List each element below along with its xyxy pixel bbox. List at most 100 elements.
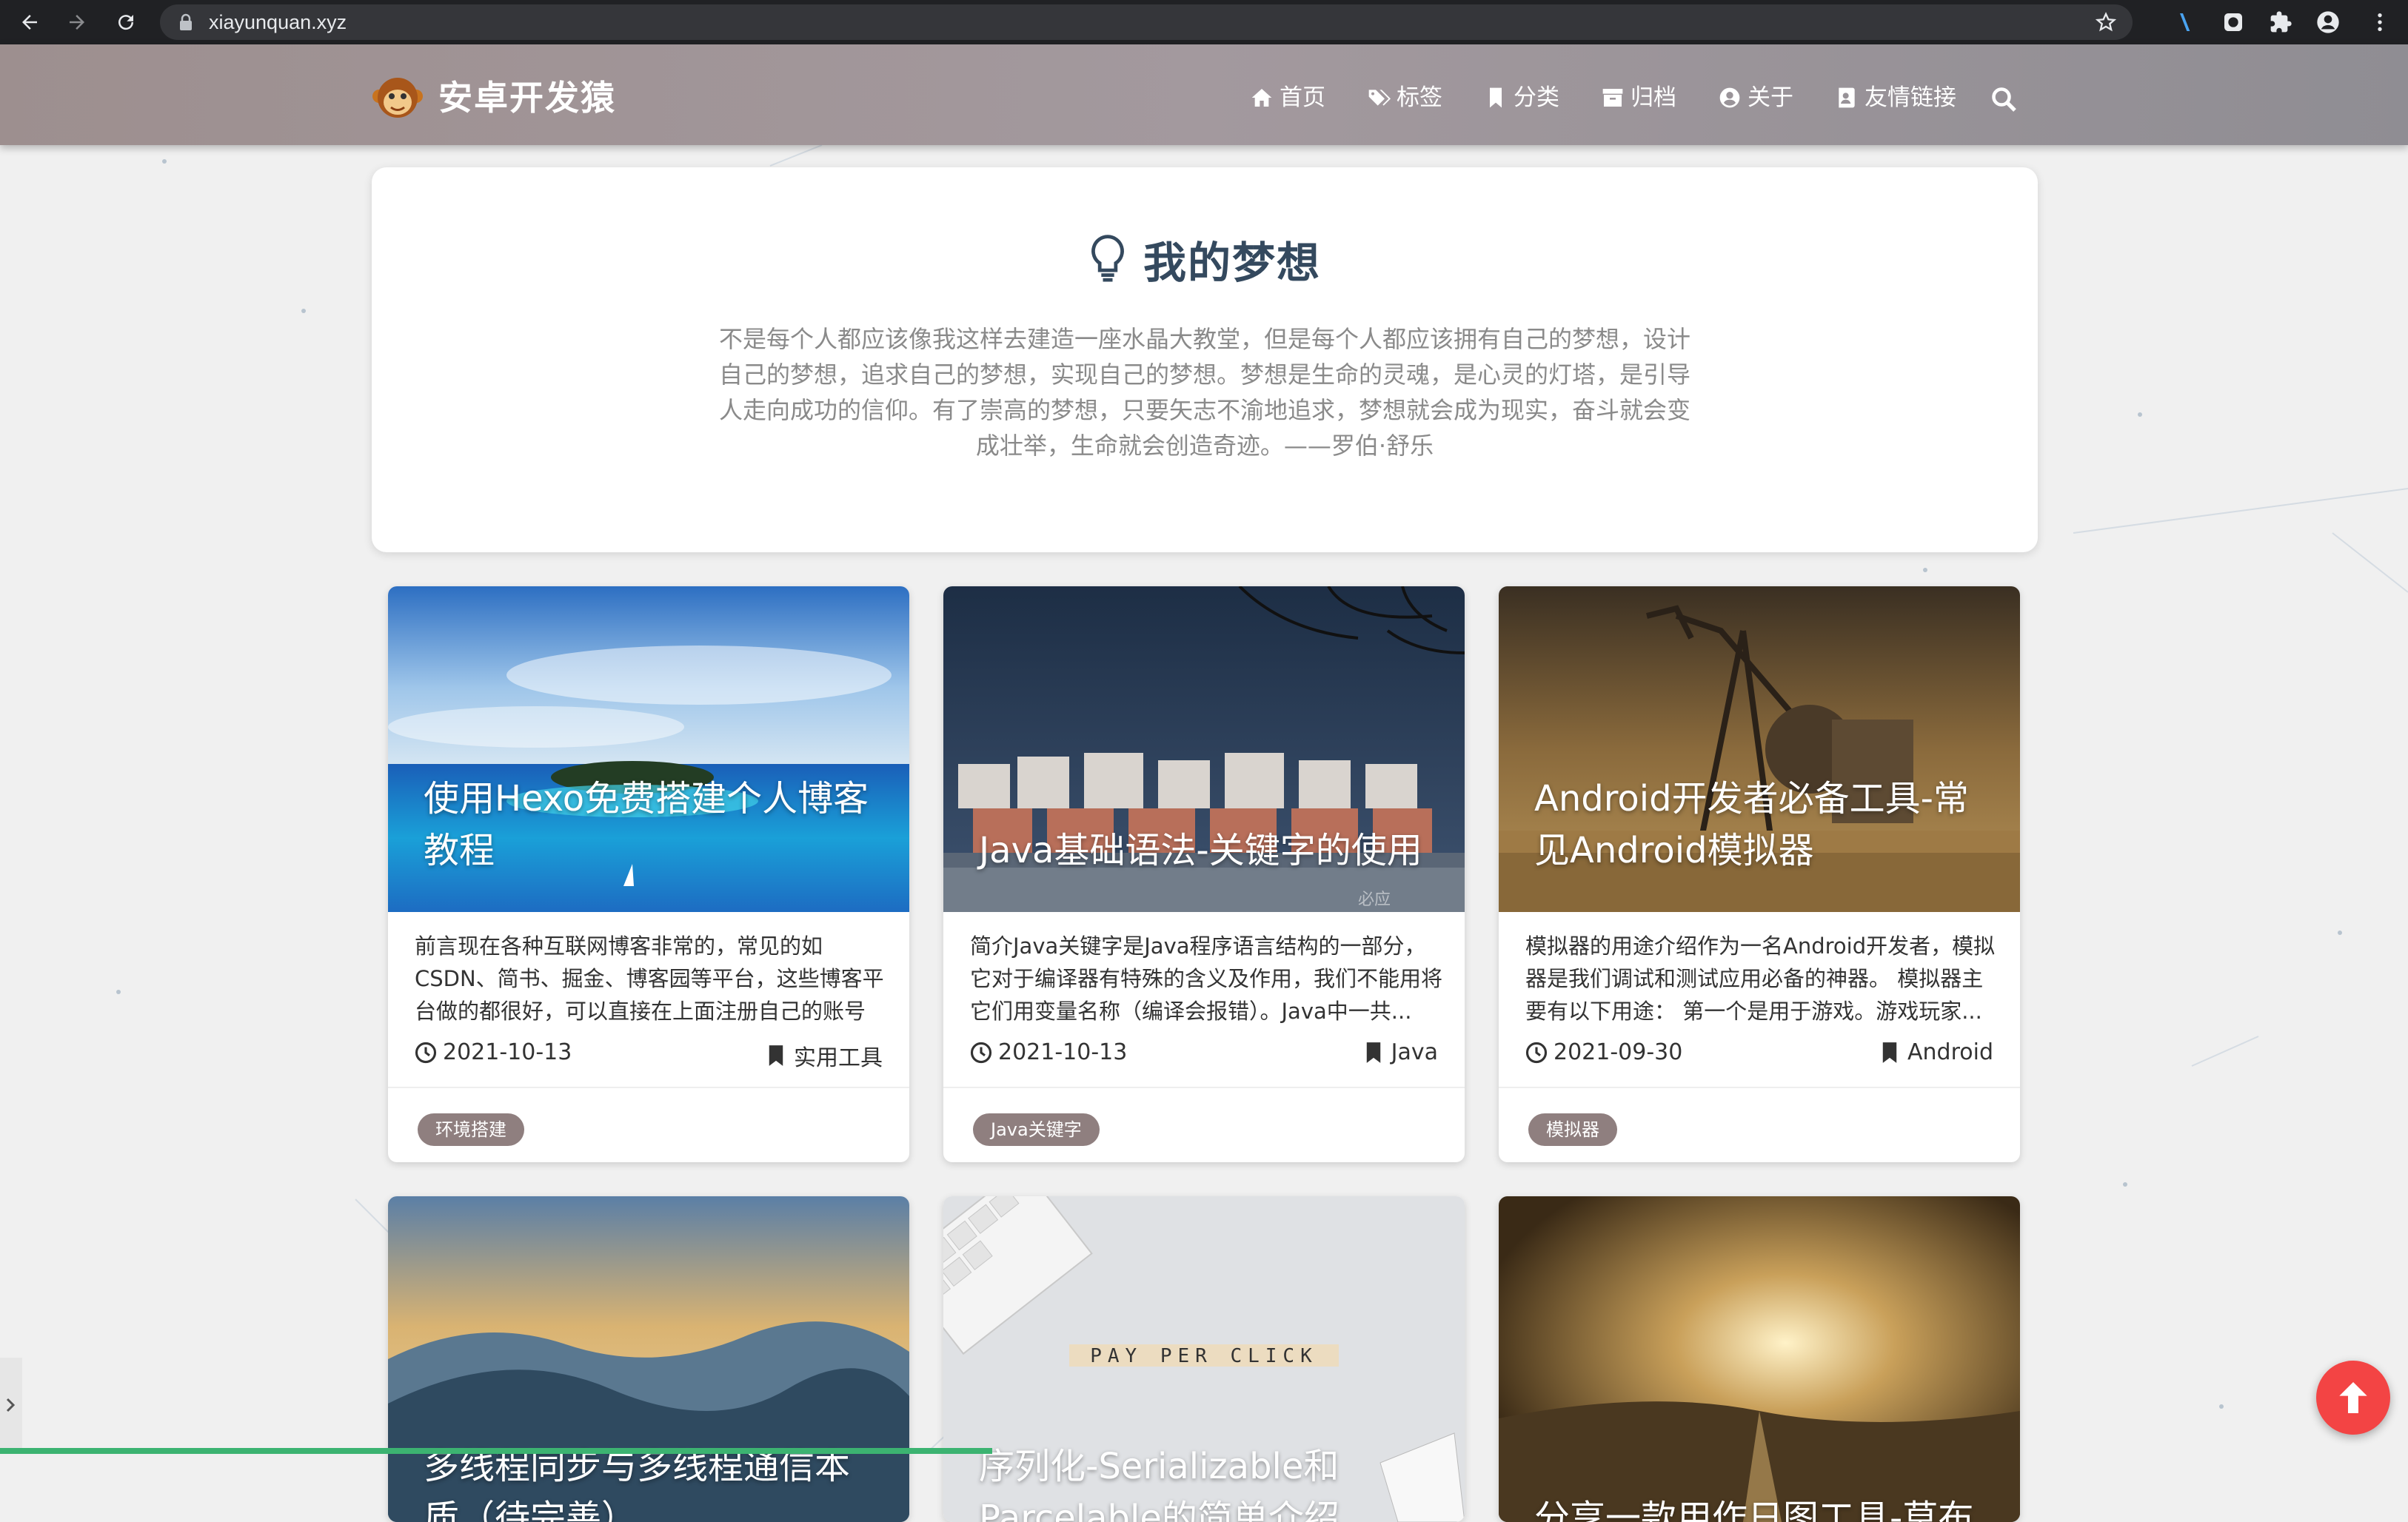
forward-icon — [70, 15, 84, 30]
browser-menu-button[interactable] — [2367, 9, 2393, 36]
archive-icon — [1602, 89, 1623, 107]
image-caption-text: PAY PER CLICK — [1090, 1345, 1318, 1367]
post-card[interactable]: Android开发者必备工具-常见Android模拟器 模拟器的用途介绍作为一名… — [1499, 586, 2020, 1162]
clock-icon — [970, 1042, 992, 1063]
back-to-top-button[interactable] — [2316, 1361, 2390, 1435]
search-icon[interactable] — [1990, 86, 2017, 113]
slash-logo-icon — [2180, 13, 2190, 31]
post-title[interactable]: Java基础语法-关键字的使用 — [979, 825, 1438, 876]
post-category[interactable]: Android — [1881, 1039, 1993, 1065]
sidebar-toggle-button[interactable] — [0, 1358, 22, 1454]
nav-archive[interactable]: 归档 — [1601, 77, 1676, 118]
golden-sunrays-image — [1499, 1196, 2020, 1522]
post-title[interactable]: 使用Hexo免费搭建个人博客教程 — [424, 773, 883, 876]
puzzle-icon — [2270, 11, 2292, 33]
post-summary: 简介Java关键字是Java程序语言结构的一部分，它对于编译器有特殊的含义及作用… — [970, 933, 1443, 1024]
nav-tags-label: 标签 — [1397, 84, 1442, 111]
post-meta: 2021-09-30 Android — [1525, 1039, 1993, 1072]
post-summary: 前言现在各种互联网博客非常的，常见的如CSDN、简书、掘金、博客园等平台，这些博… — [415, 933, 884, 1024]
post-date: 2021-10-13 — [415, 1039, 572, 1065]
user-icon — [1719, 87, 1740, 108]
clock-icon — [415, 1042, 437, 1063]
extension-vpn-button[interactable] — [2173, 9, 2199, 36]
divider — [943, 1087, 1465, 1088]
more-vertical-icon — [2378, 13, 2382, 31]
post-summary: 模拟器的用途介绍作为一名Android开发者，模拟器是我们调试和测试应用必备的神… — [1525, 933, 1996, 1024]
nav-categories-label: 分类 — [1514, 84, 1559, 111]
reload-icon — [118, 15, 134, 30]
post-category-text: Android — [1907, 1039, 1993, 1065]
main-nav: 首页 标签 分类 归档 关于 友情链接 — [1250, 77, 1998, 118]
post-cover-image[interactable]: Android开发者必备工具-常见Android模拟器 — [1499, 586, 2020, 912]
bookmark-icon — [769, 1045, 783, 1066]
dream-heading: 我的梦想 — [372, 228, 2038, 290]
post-date-text: 2021-09-30 — [1554, 1039, 1683, 1065]
post-date: 2021-09-30 — [1525, 1039, 1682, 1065]
post-card[interactable]: 必应 Java基础语法-关键字的使用 简介Java关键字是Java程序语言结构的… — [943, 586, 1465, 1162]
nav-home[interactable]: 首页 — [1250, 77, 1325, 118]
post-cover-image[interactable]: PAY PER CLICK 序列化-Serializable和Parcelabl… — [943, 1196, 1465, 1522]
site-header: 安卓开发猿 首页 标签 分类 归档 关于 友情链接 — [0, 44, 2408, 145]
image-watermark: 必应 — [1358, 891, 1391, 909]
profile-icon — [2317, 11, 2339, 33]
post-category-text: Java — [1391, 1039, 1438, 1065]
profile-button[interactable] — [2315, 9, 2341, 36]
extensions-button[interactable] — [2267, 9, 2294, 36]
nav-about-label: 关于 — [1748, 84, 1793, 111]
post-meta: 2021-10-13 Java — [970, 1039, 1438, 1072]
post-date-text: 2021-10-13 — [998, 1039, 1128, 1065]
nav-archive-label: 归档 — [1631, 84, 1676, 111]
post-tag[interactable]: 模拟器 — [1528, 1113, 1617, 1146]
post-title[interactable]: Android开发者必备工具-常见Android模拟器 — [1534, 773, 1993, 876]
forward-button[interactable] — [61, 6, 93, 38]
bookmark-icon — [1882, 1042, 1897, 1063]
nav-home-label: 首页 — [1280, 84, 1325, 111]
post-title[interactable]: 序列化-Serializable和Parcelable的简单介绍 — [979, 1441, 1438, 1522]
post-date: 2021-10-13 — [970, 1039, 1127, 1065]
post-cover-image[interactable]: 必应 Java基础语法-关键字的使用 — [943, 586, 1465, 912]
nav-categories[interactable]: 分类 — [1484, 77, 1559, 118]
post-category-text: 实用工具 — [794, 1045, 883, 1071]
address-bar[interactable]: xiayunquan.xyz — [160, 4, 2133, 40]
post-cover-image[interactable]: 分享一款用作日图工具-草布 — [1499, 1196, 2020, 1522]
post-cover-image[interactable]: 多线程同步与多线程通信本质（待完善） — [388, 1196, 909, 1522]
monkey-logo-icon[interactable] — [372, 74, 424, 121]
nav-tags[interactable]: 标签 — [1367, 77, 1442, 118]
clock-icon — [1525, 1042, 1548, 1063]
post-tag[interactable]: 环境搭建 — [418, 1113, 524, 1146]
post-category[interactable]: 实用工具 — [767, 1039, 883, 1072]
bookmark-icon — [1366, 1042, 1380, 1063]
post-meta: 2021-10-13 实用工具 — [415, 1039, 883, 1072]
home-icon — [1251, 89, 1272, 107]
reload-button[interactable] — [110, 6, 142, 38]
post-cover-image[interactable]: 使用Hexo免费搭建个人博客教程 — [388, 586, 909, 912]
dream-card: 我的梦想 不是每个人都应该像我这样去建造一座水晶大教堂，但是每个人都应该拥有自己… — [372, 167, 2038, 552]
lightbulb-icon — [1091, 235, 1124, 282]
site-title[interactable]: 安卓开发猿 — [438, 74, 616, 121]
bookmark-icon — [1490, 87, 1502, 108]
nav-about[interactable]: 关于 — [1718, 77, 1793, 118]
post-title[interactable]: 分享一款用作日图工具-草布 — [1534, 1492, 1993, 1522]
back-button[interactable] — [13, 6, 46, 38]
post-card[interactable]: 使用Hexo免费搭建个人博客教程 前言现在各种互联网博客非常的，常见的如CSDN… — [388, 586, 909, 1162]
post-card[interactable]: 分享一款用作日图工具-草布 — [1499, 1196, 2020, 1522]
lock-icon — [180, 13, 192, 30]
star-icon[interactable] — [2096, 12, 2116, 33]
divider — [1499, 1087, 2020, 1088]
post-tag[interactable]: Java关键字 — [973, 1113, 1100, 1146]
extension-square-icon — [2224, 13, 2242, 31]
page-load-progress-bar — [0, 1448, 992, 1454]
dream-quote: 不是每个人都应该像我这样去建造一座水晶大教堂，但是每个人都应该拥有自己的梦想，设… — [718, 325, 1690, 460]
address-book-icon — [1839, 87, 1855, 108]
tags-icon — [1368, 90, 1391, 106]
post-date-text: 2021-10-13 — [443, 1039, 572, 1065]
dream-title: 我的梦想 — [1143, 238, 1321, 288]
extension-reader-button[interactable] — [2220, 9, 2247, 36]
post-card[interactable]: 多线程同步与多线程通信本质（待完善） — [388, 1196, 909, 1522]
post-card[interactable]: PAY PER CLICK 序列化-Serializable和Parcelabl… — [943, 1196, 1465, 1522]
back-icon — [22, 15, 37, 30]
divider — [388, 1087, 909, 1088]
post-category[interactable]: Java — [1365, 1039, 1438, 1065]
url-text: xiayunquan.xyz — [209, 11, 347, 33]
nav-friend-links[interactable]: 友情链接 — [1835, 77, 1956, 118]
